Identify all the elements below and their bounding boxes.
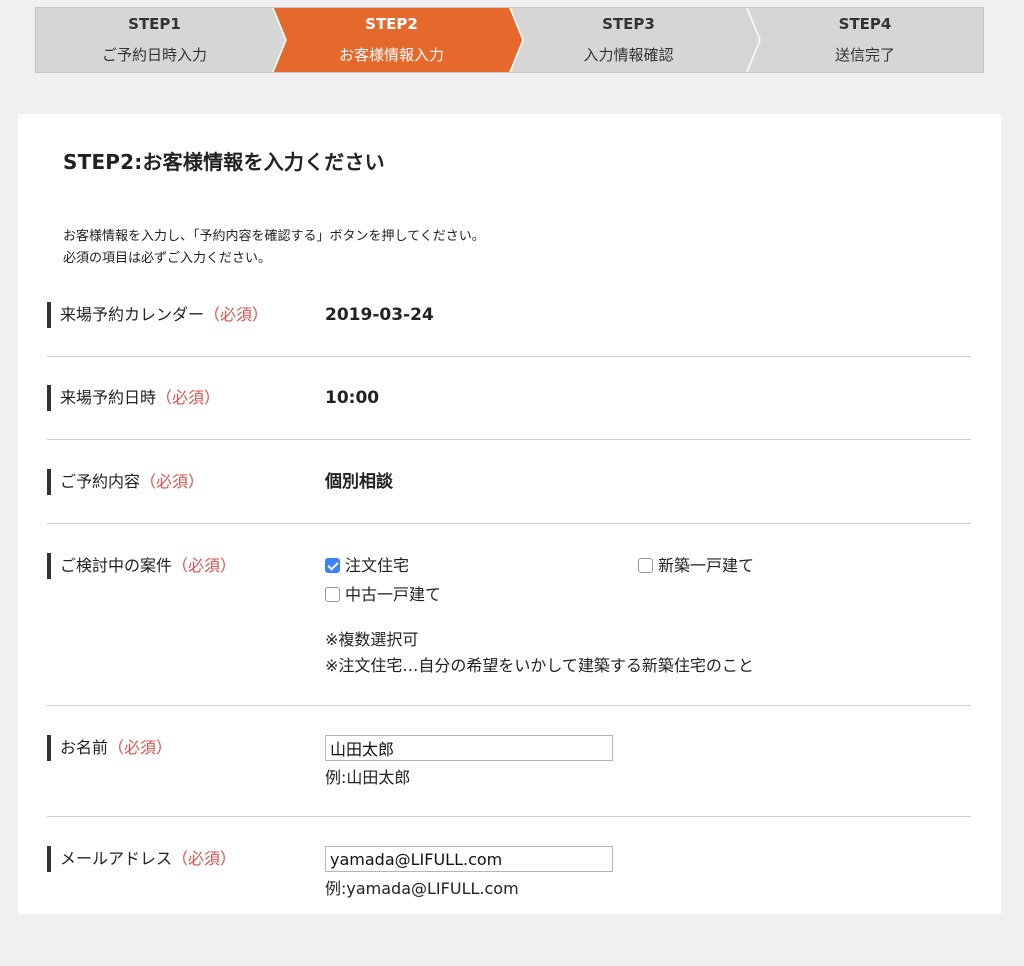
option-new-house-label: 新築一戸建て (658, 556, 755, 575)
required-mark: （必須） (204, 305, 269, 324)
step-2-number: STEP2 (365, 15, 418, 33)
name-input[interactable] (325, 735, 613, 761)
row-time: 来場予約日時（必須） 10:00 (47, 385, 971, 440)
time-label-text: 来場予約日時 (60, 388, 157, 407)
content-value: 個別相談 (325, 472, 393, 492)
checkbox-unchecked-icon[interactable] (325, 587, 340, 602)
email-input[interactable] (325, 846, 613, 872)
required-mark: （必須） (140, 472, 205, 491)
email-label-text: メールアドレス (60, 849, 173, 868)
case-label: ご検討中の案件（必須） (47, 553, 236, 579)
step-2: STEP2 お客様情報入力 (273, 8, 510, 72)
time-value: 10:00 (325, 388, 380, 408)
checkbox-checked-icon[interactable] (325, 558, 340, 573)
email-label: メールアドレス（必須） (47, 846, 236, 872)
name-example: 例:山田太郎 (325, 768, 411, 787)
required-mark: （必須） (156, 388, 221, 407)
content-label: ご予約内容（必須） (47, 469, 204, 495)
option-custom-home[interactable]: 注文住宅 (325, 553, 409, 579)
step-3-number: STEP3 (602, 15, 655, 33)
row-name: お名前（必須） 例:山田太郎 (47, 735, 971, 817)
intro-line-2: 必須の項目は必ずご入力ください。 (63, 251, 272, 266)
step-4-number: STEP4 (838, 15, 892, 33)
option-used-house-label: 中古一戸建て (345, 585, 442, 604)
step-2-label: お客様情報入力 (338, 46, 444, 64)
step-1-label: ご予約日時入力 (101, 46, 207, 64)
multi-select-note: ※複数選択可 (325, 630, 419, 649)
content-label-text: ご予約内容 (60, 472, 141, 491)
step-1: STEP1 ご予約日時入力 (36, 8, 273, 72)
email-example: 例:yamada@LIFULL.com (325, 879, 519, 898)
row-case: ご検討中の案件（必須） 注文住宅 新築一戸建て 中古一戸建て ※複数選択可 ※注… (47, 553, 971, 706)
step-3-label: 入力情報確認 (583, 46, 674, 64)
page-title: STEP2:お客様情報を入力ください (63, 150, 385, 174)
name-label: お名前（必須） (47, 735, 172, 761)
step-1-number: STEP1 (128, 15, 181, 33)
customer-info-form: STEP2:お客様情報を入力ください お客様情報を入力し、「予約内容を確認する」… (18, 114, 1001, 914)
row-calendar: 来場予約カレンダー（必須） 2019-03-24 (47, 302, 971, 357)
calendar-label-text: 来場予約カレンダー (60, 305, 205, 324)
required-mark: （必須） (108, 738, 173, 757)
time-label: 来場予約日時（必須） (47, 385, 220, 411)
custom-home-note: ※注文住宅…自分の希望をいかして建築する新築住宅のこと (325, 656, 754, 675)
required-mark: （必須） (172, 556, 237, 575)
option-new-house[interactable]: 新築一戸建て (638, 553, 754, 579)
option-custom-home-label: 注文住宅 (345, 556, 410, 575)
steps-progress-bar: STEP1 ご予約日時入力 STEP2 お客様情報入力 STEP3 入力情報確認… (35, 7, 984, 73)
case-label-text: ご検討中の案件 (60, 556, 173, 575)
row-email: メールアドレス（必須） 例:yamada@LIFULL.com (47, 846, 971, 966)
required-mark: （必須） (172, 849, 237, 868)
calendar-value: 2019-03-24 (325, 305, 434, 325)
intro-text: お客様情報を入力し、「予約内容を確認する」ボタンを押してください。 必須の項目は… (63, 226, 485, 270)
step-3: STEP3 入力情報確認 (510, 8, 747, 72)
checkbox-unchecked-icon[interactable] (638, 558, 653, 573)
row-content: ご予約内容（必須） 個別相談 (47, 469, 971, 524)
calendar-label: 来場予約カレンダー（必須） (47, 302, 268, 328)
option-used-house[interactable]: 中古一戸建て (325, 582, 441, 608)
intro-line-1: お客様情報を入力し、「予約内容を確認する」ボタンを押してください。 (63, 229, 485, 244)
step-4-label: 送信完了 (834, 46, 895, 64)
step-4: STEP4 送信完了 (747, 8, 983, 72)
name-label-text: お名前 (60, 738, 109, 757)
